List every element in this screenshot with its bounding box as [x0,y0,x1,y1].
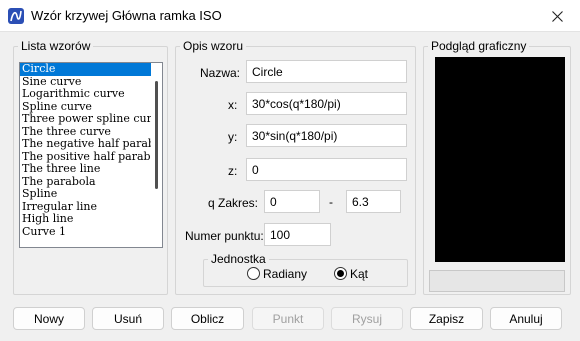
list-item[interactable]: The three curve [20,126,151,139]
z-formula-field[interactable]: 0 [246,158,407,181]
pattern-list-legend: Lista wzorów [21,39,91,53]
z-label: z: [228,164,238,178]
range-to-field[interactable]: 6.3 [346,190,401,213]
pattern-description-legend: Opis wzoru [183,39,244,53]
list-item[interactable]: Curve 1 [20,226,151,239]
list-item[interactable]: The positive half parabola [20,151,151,164]
delete-button[interactable]: Usuń [92,307,164,330]
unit-legend: Jednostka [211,252,266,266]
list-item[interactable]: Circle [20,63,151,76]
x-formula-field[interactable]: 30*cos(q*180/pi) [246,92,407,115]
points-field[interactable]: 100 [264,223,331,246]
list-item[interactable]: The parabola [20,176,151,189]
list-item[interactable]: The negative half parabola [20,138,151,151]
degrees-radio[interactable] [334,267,347,280]
close-icon [551,10,563,22]
list-scrollbar[interactable] [155,81,158,189]
degrees-label[interactable]: Kąt [350,267,368,281]
list-item[interactable]: Logarithmic curve [20,88,151,101]
y-formula-field[interactable]: 30*sin(q*180/pi) [246,124,407,147]
list-item[interactable]: Sine curve [20,76,151,89]
cancel-button[interactable]: Anuluj [490,307,562,330]
close-button[interactable] [534,0,580,32]
radians-radio[interactable] [247,267,260,280]
list-item[interactable]: High line [20,213,151,226]
preview-status-bar [429,270,565,292]
graphic-preview [435,57,565,262]
title-bar: Wzór krzywej Główna ramka ISO [0,0,580,32]
preview-legend: Podgląd graficzny [431,39,527,53]
points-label: Numer punktu: [185,229,264,243]
list-item[interactable]: Three power spline curve [20,113,151,126]
app-icon [8,8,24,24]
calculate-button[interactable]: Oblicz [171,307,244,330]
list-item[interactable]: The three line [20,163,151,176]
list-item[interactable]: Spline [20,188,151,201]
name-label: Nazwa: [200,66,241,80]
draw-button[interactable]: Rysuj [331,307,403,330]
point-button[interactable]: Punkt [252,307,324,330]
y-label: y: [228,130,238,144]
range-separator: - [329,195,333,209]
save-button[interactable]: Zapisz [410,307,483,330]
pattern-listbox[interactable]: Circle Sine curve Logarithmic curve Spli… [19,62,163,248]
window-title: Wzór krzywej Główna ramka ISO [31,8,222,23]
x-label: x: [228,98,238,112]
list-item[interactable]: Spline curve [20,101,151,114]
name-field[interactable]: Circle [246,60,407,83]
list-item[interactable]: Irregular line [20,201,151,214]
range-from-field[interactable]: 0 [264,190,320,213]
radians-label[interactable]: Radiany [263,267,307,281]
new-button[interactable]: Nowy [13,307,85,330]
range-label: q Zakres: [208,196,259,210]
